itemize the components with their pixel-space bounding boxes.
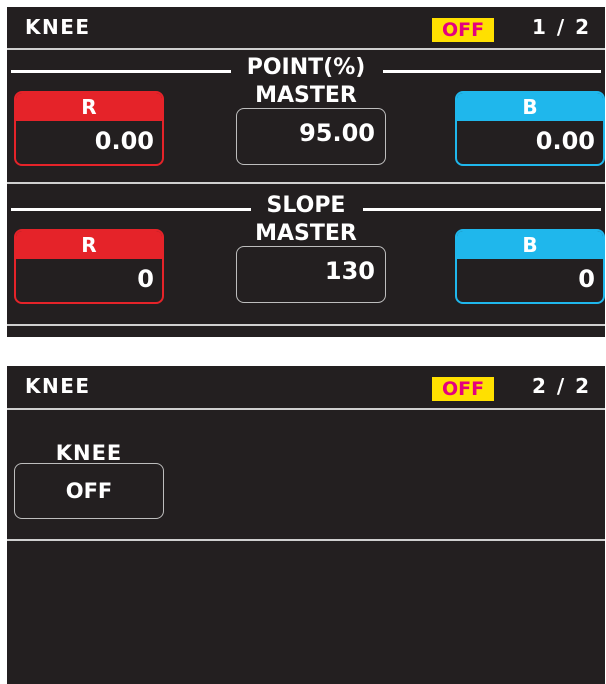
point-r-field[interactable]: R 0.00 — [14, 91, 164, 166]
section-rule-left — [11, 208, 251, 211]
page-title: KNEE — [25, 15, 91, 39]
status-badge: OFF — [432, 377, 494, 401]
slope-r-value: 0 — [137, 265, 154, 293]
status-badge: OFF — [432, 18, 494, 42]
knee-page-1: KNEE OFF 1 / 2 POINT(%) MASTER R 0.00 95… — [7, 7, 605, 337]
knee-label: KNEE — [55, 441, 123, 465]
page-indicator: 2 / 2 — [531, 374, 591, 398]
point-section-title: POINT(%) — [246, 55, 366, 80]
section-divider — [7, 539, 605, 541]
point-r-value: 0.00 — [94, 127, 154, 155]
slope-b-value: 0 — [578, 265, 595, 293]
section-rule-left — [11, 70, 231, 73]
section-rule-right — [383, 70, 601, 73]
knee-toggle[interactable]: OFF — [14, 463, 164, 519]
point-master-value: 95.00 — [299, 119, 375, 147]
knee-page-2: KNEE OFF 2 / 2 KNEE OFF — [7, 366, 605, 684]
slope-master-label: MASTER — [255, 221, 357, 246]
section-divider — [7, 182, 605, 184]
point-b-label: B — [457, 93, 603, 121]
point-r-label: R — [16, 93, 162, 121]
point-master-field[interactable]: 95.00 — [236, 108, 386, 165]
slope-section-title: SLOPE — [266, 193, 346, 218]
slope-b-label: B — [457, 231, 603, 259]
header-divider — [7, 408, 605, 410]
slope-master-field[interactable]: 130 — [236, 246, 386, 303]
page-title: KNEE — [25, 374, 91, 398]
section-rule-right — [363, 208, 601, 211]
footer-divider — [7, 324, 605, 326]
header-divider — [7, 48, 605, 50]
point-b-field[interactable]: B 0.00 — [455, 91, 605, 166]
slope-master-value: 130 — [324, 257, 375, 285]
slope-r-field[interactable]: R 0 — [14, 229, 164, 304]
page-indicator: 1 / 2 — [531, 15, 591, 39]
point-b-value: 0.00 — [535, 127, 595, 155]
slope-b-field[interactable]: B 0 — [455, 229, 605, 304]
slope-r-label: R — [16, 231, 162, 259]
point-master-label: MASTER — [255, 83, 357, 108]
